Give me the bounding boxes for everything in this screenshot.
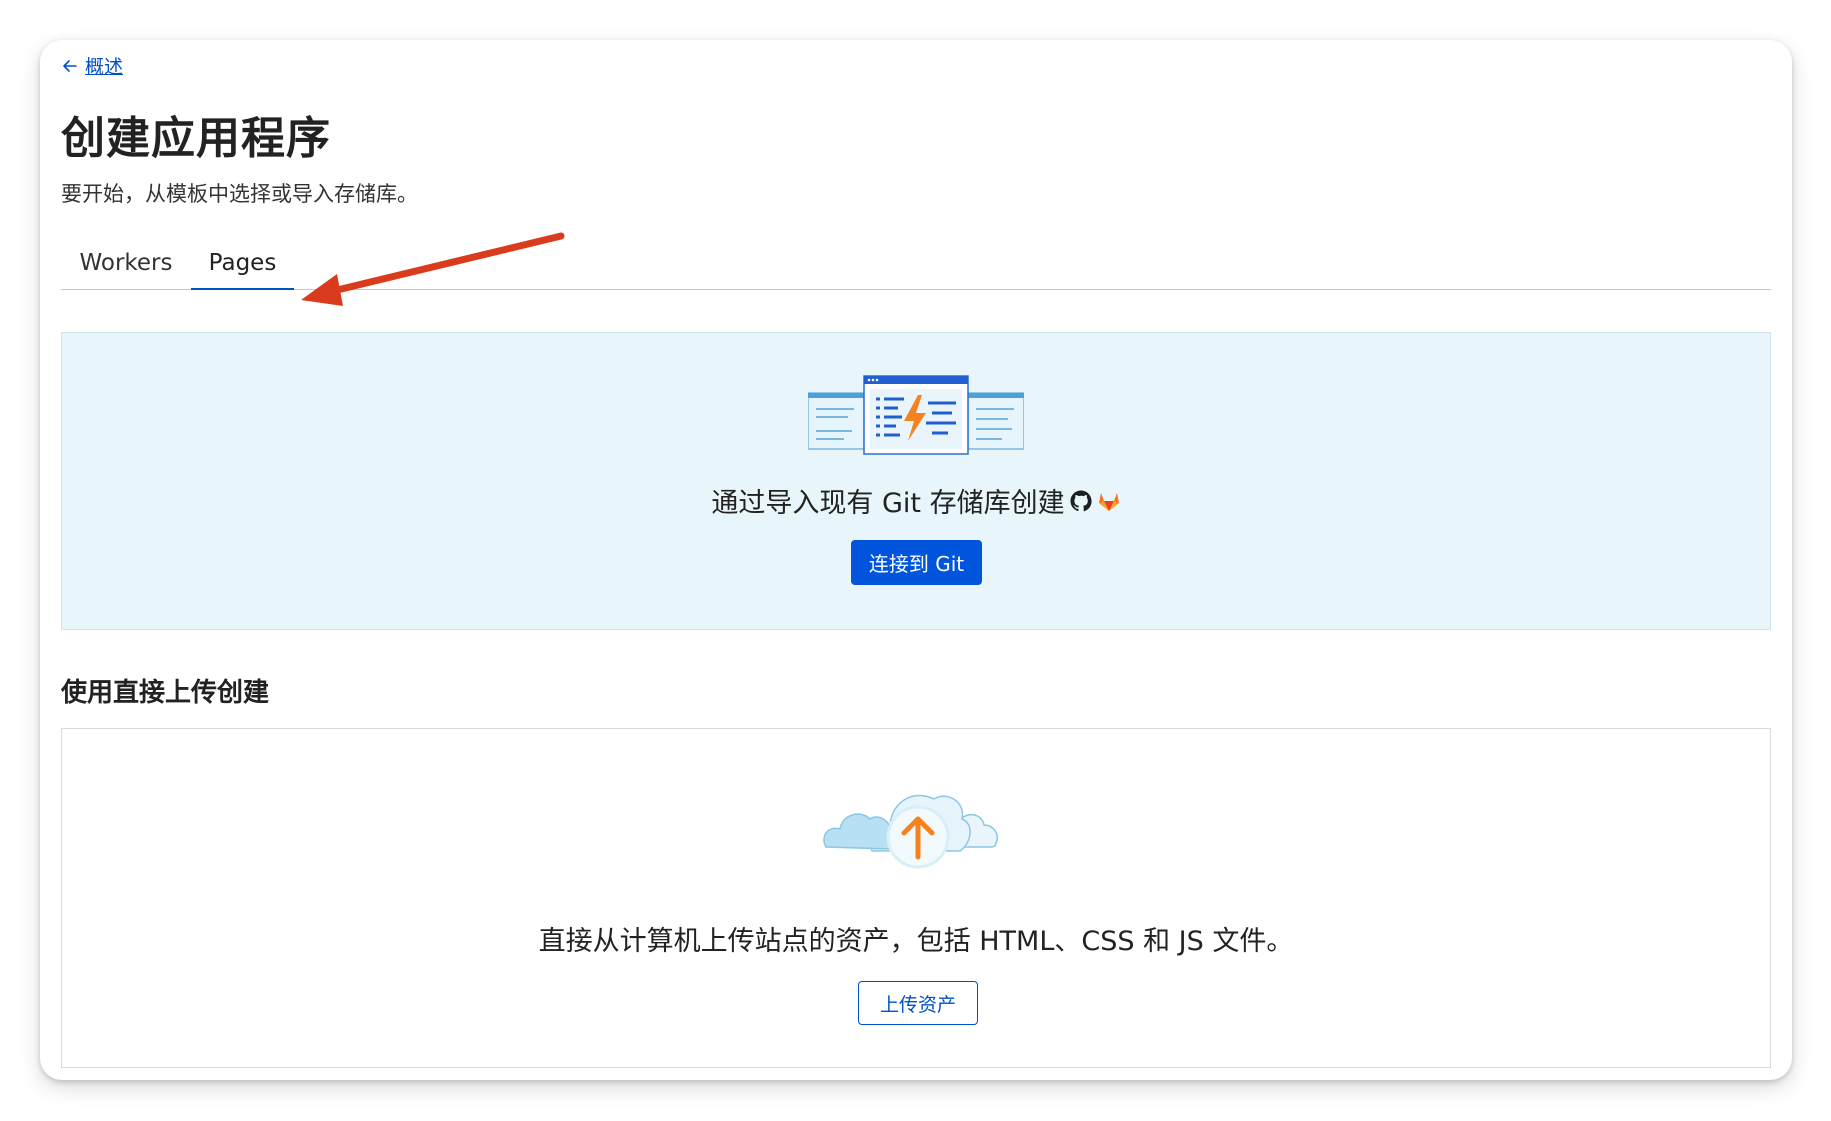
page-title: 创建应用程序 [61,113,331,164]
github-icon [1070,490,1092,511]
gitlab-icon [1098,492,1119,511]
tab-bar: Workers Pages [61,238,1771,290]
git-import-description-row: 通过导入现有 Git 存储库创建 [62,481,1770,520]
main-content: 概述 创建应用程序 要开始，从模板中选择或导入存储库。 Workers Page… [61,40,1771,1080]
code-window-illustration [808,375,1024,455]
direct-upload-description: 直接从计算机上传站点的资产，包括 HTML、CSS 和 JS 文件。 [538,926,1294,957]
cloud-upload-icon [823,794,998,869]
tab-pages[interactable]: Pages [191,238,294,290]
page-subtitle: 要开始，从模板中选择或导入存储库。 [61,182,418,206]
back-link-label[interactable]: 概述 [85,52,123,79]
arrow-left-icon [63,59,77,72]
back-link-overview[interactable]: 概述 [61,52,123,79]
git-import-card: 通过导入现有 Git 存储库创建 连接到 Git [61,332,1771,630]
app-window: 概述 创建应用程序 要开始，从模板中选择或导入存储库。 Workers Page… [40,40,1792,1080]
connect-git-button[interactable]: 连接到 Git [851,540,982,585]
upload-assets-button[interactable]: 上传资产 [858,981,978,1025]
direct-upload-heading: 使用直接上传创建 [61,678,270,708]
git-import-description: 通过导入现有 Git 存储库创建 [711,488,1065,519]
tab-workers[interactable]: Workers [61,238,191,290]
direct-upload-card: 直接从计算机上传站点的资产，包括 HTML、CSS 和 JS 文件。 上传资产 [61,728,1771,1068]
